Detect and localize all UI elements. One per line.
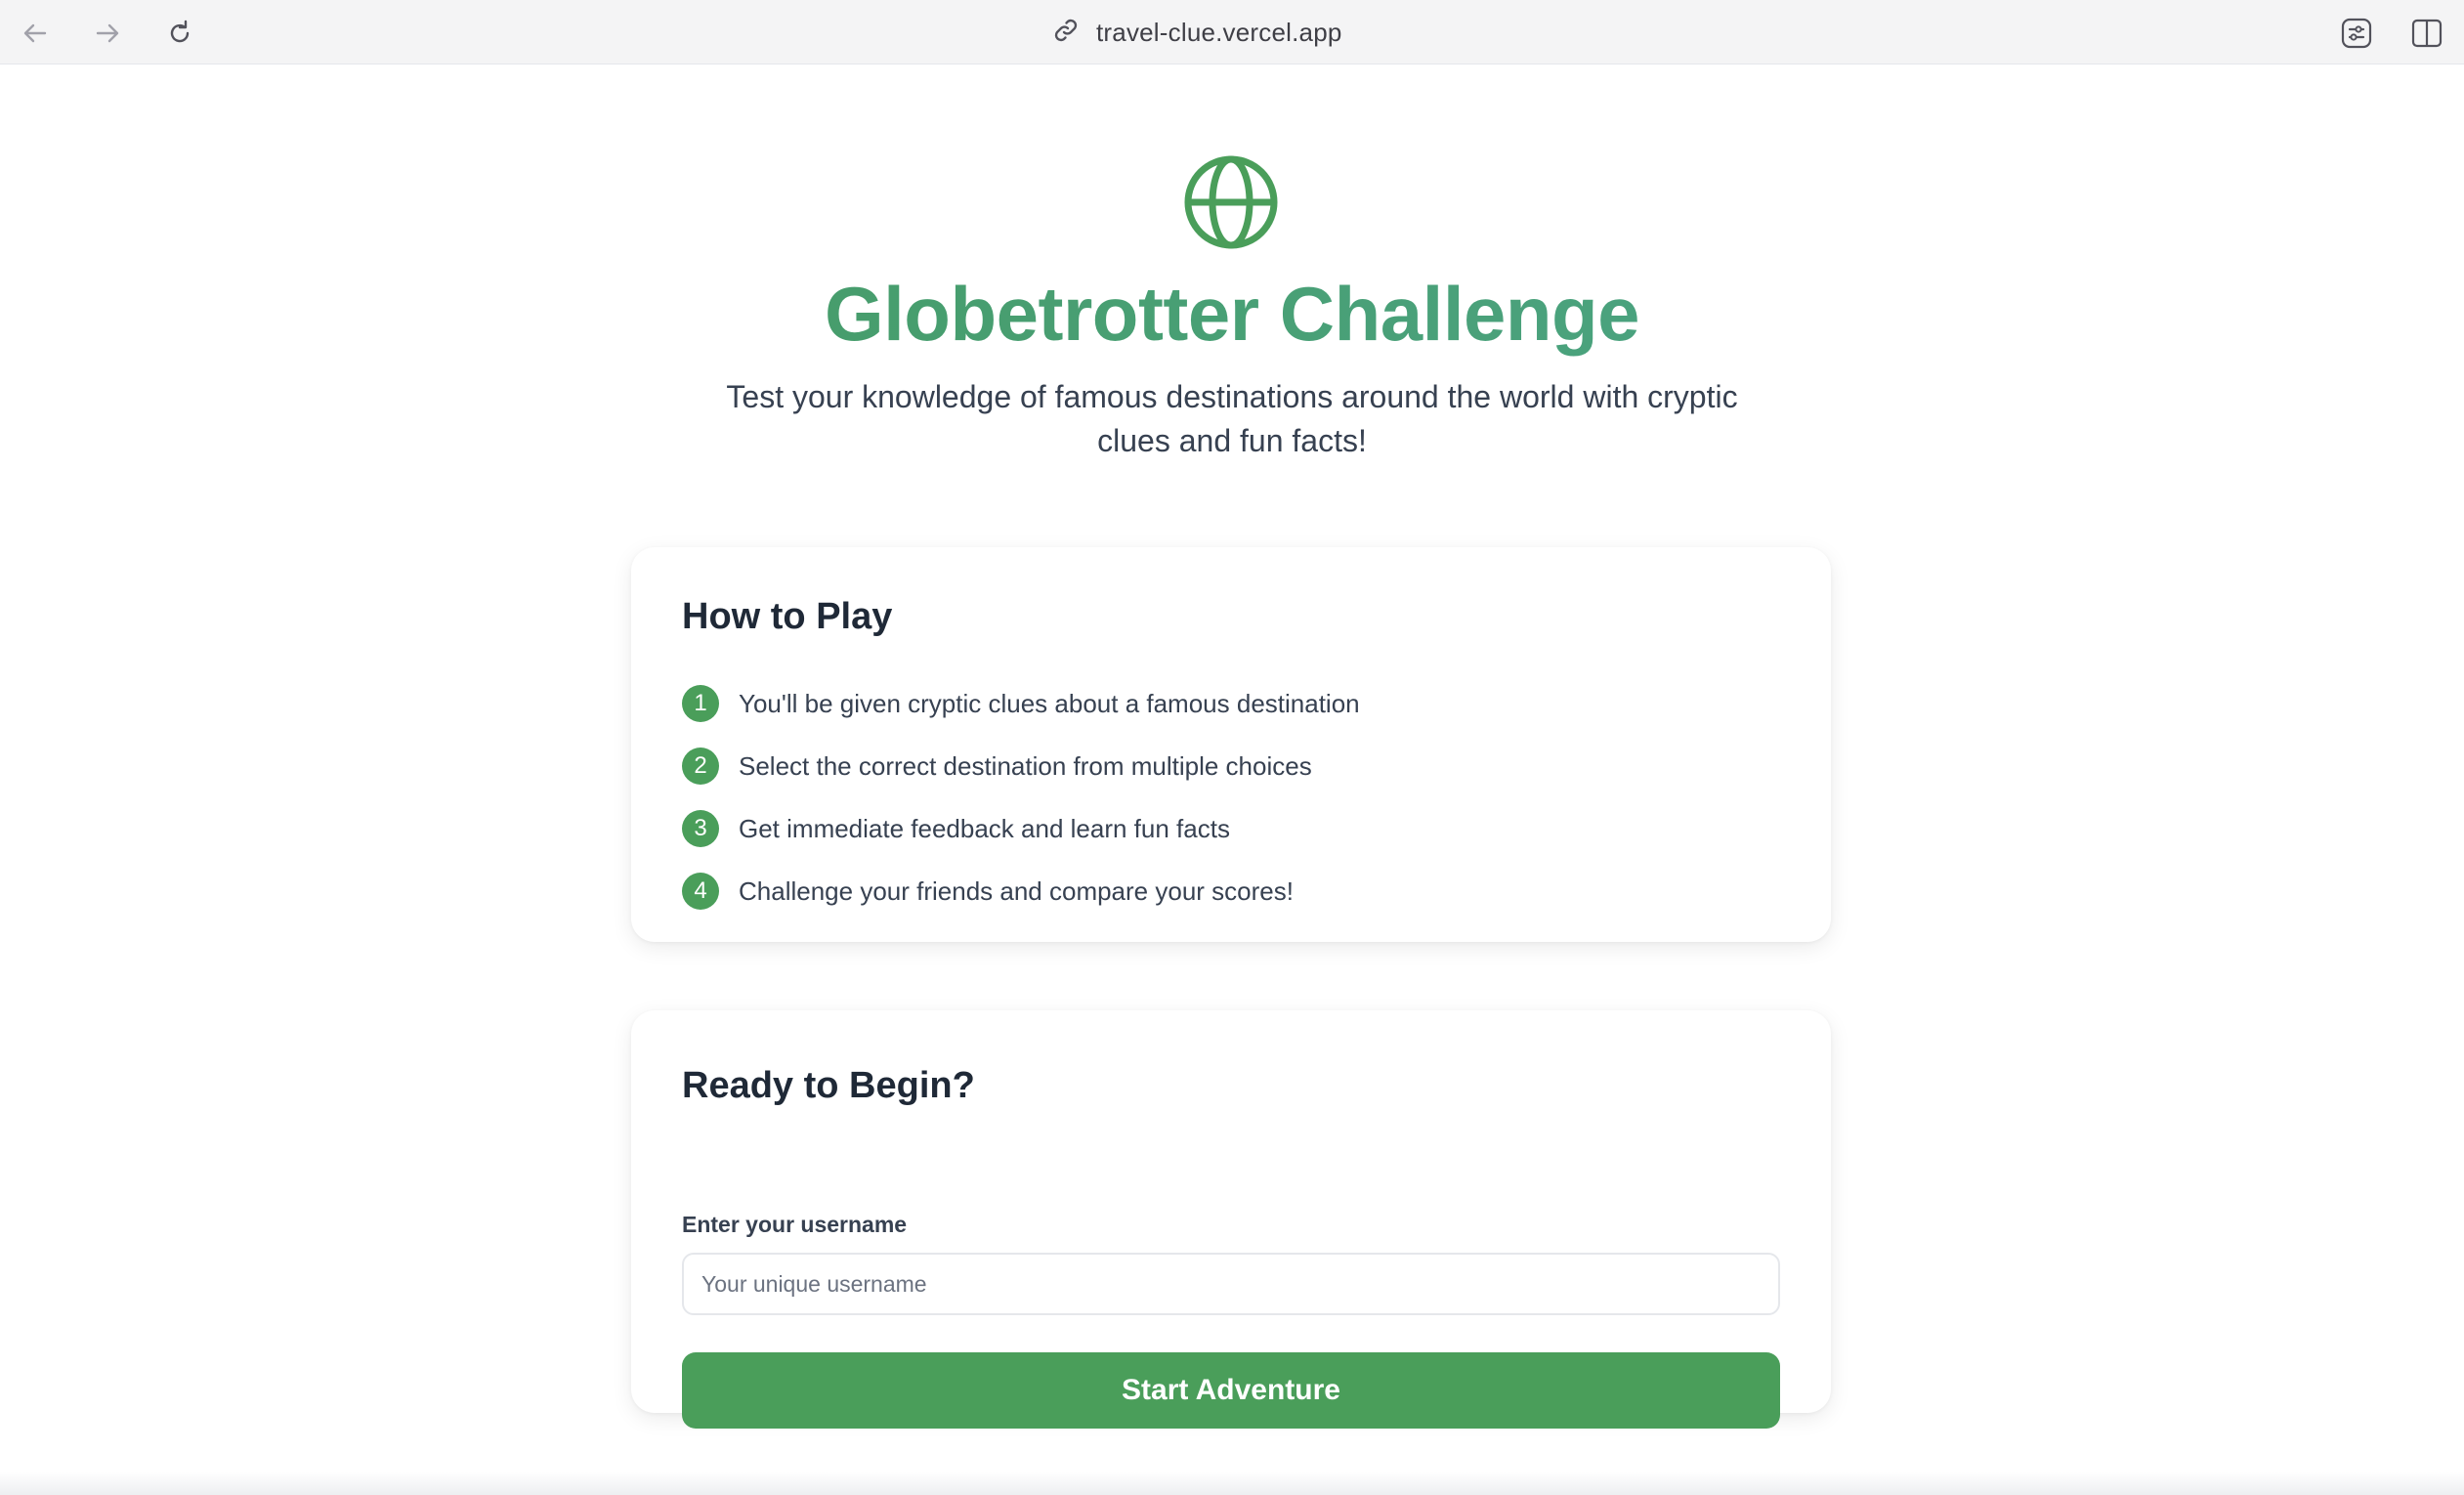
how-to-play-card: How to Play 1 You'll be given cryptic cl… [631,547,1831,942]
url-text: travel-clue.vercel.app [1096,17,1342,47]
forward-button[interactable] [88,14,127,53]
step-number-badge: 3 [682,810,719,847]
arrow-left-icon [21,19,50,48]
start-adventure-button[interactable]: Start Adventure [682,1352,1780,1429]
address-bar[interactable]: travel-clue.vercel.app [1051,14,1342,51]
ready-title: Ready to Begin? [682,1065,975,1106]
step-number-badge: 1 [682,685,719,722]
sliders-icon [2340,17,2373,50]
username-label: Enter your username [682,1212,908,1237]
step-item: 4 Challenge your friends and compare you… [682,872,1360,911]
step-text: You'll be given cryptic clues about a fa… [739,688,1360,718]
sidebar-icon [2410,17,2443,50]
reload-button[interactable] [160,14,199,53]
step-number-badge: 2 [682,748,719,785]
step-item: 3 Get immediate feedback and learn fun f… [682,809,1360,848]
ready-card: Ready to Begin? Enter your username Star… [631,1010,1831,1429]
page-title: Globetrotter Challenge [0,270,2464,359]
sidebar-button[interactable] [2407,14,2446,53]
how-to-play-title: How to Play [682,596,893,637]
page-subtitle: Test your knowledge of famous destinatio… [726,379,1738,458]
extensions-button[interactable] [2337,14,2376,53]
step-text: Challenge your friends and compare your … [739,876,1294,906]
reload-icon [165,19,194,48]
bottom-shadow [0,1472,2464,1495]
globe-icon [1183,154,1279,250]
arrow-right-icon [93,19,122,48]
back-button[interactable] [16,14,55,53]
step-item: 1 You'll be given cryptic clues about a … [682,684,1360,723]
link-icon [1051,16,1081,50]
step-item: 2 Select the correct destination from mu… [682,747,1360,786]
step-text: Select the correct destination from mult… [739,750,1312,781]
browser-toolbar: travel-clue.vercel.app [0,0,2464,64]
steps-list: 1 You'll be given cryptic clues about a … [682,684,1360,934]
step-text: Get immediate feedback and learn fun fac… [739,813,1230,843]
step-number-badge: 4 [682,873,719,910]
username-input[interactable] [682,1253,1780,1315]
page-content: Globetrotter Challenge Test your knowled… [0,64,2464,1495]
